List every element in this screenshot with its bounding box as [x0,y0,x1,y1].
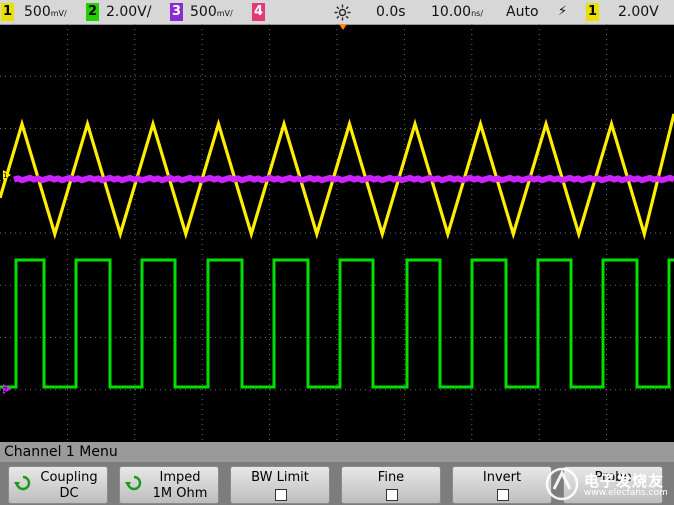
menu-title-bar: Channel 1 Menu [0,442,674,462]
ch4-indicator[interactable]: 4 [252,3,265,21]
entry-knob-icon [14,475,31,491]
trigger-slope-icon: ⚡ [558,4,568,19]
entry-knob-icon [125,475,142,491]
ch3-indicator[interactable]: 3 [170,3,183,21]
ch2-indicator[interactable]: 2 [86,3,99,21]
acquisition-run-icon [334,4,351,21]
ch1-scale: 500mV/ [24,4,67,20]
ch2-scale: 2.00V/ [106,4,152,20]
watermark-logo: 电子发烧友 www.elecfans.com [544,467,670,501]
menu-title: Channel 1 Menu [4,444,118,460]
ch1-triangle-trace [0,113,674,241]
ch1-indicator[interactable]: 1 [1,3,14,21]
time-scale: 10.00ns/ [431,4,484,20]
bw-limit-checkbox[interactable] [275,489,287,501]
status-bar: 1 500mV/ 2 2.00V/ 3 500mV/ 4 0.0s 10.00n… [0,0,674,25]
trigger-source[interactable]: 1 [586,3,599,21]
graticule [0,24,674,442]
invert-softkey[interactable]: Invert [452,466,552,504]
coupling-softkey[interactable]: Coupling DC [8,466,108,504]
trigger-level: 2.00V [618,4,659,20]
ch1-marker-label: 1 [3,172,7,180]
fine-softkey[interactable]: Fine [341,466,441,504]
softkey-bar: Coupling DC Imped 1M Ohm BW Limit Fine I… [0,462,674,505]
trigger-mode: Auto [506,4,539,20]
bw-limit-softkey[interactable]: BW Limit [230,466,330,504]
ch3-scale: 500mV/ [190,4,233,20]
logo-url: www.elecfans.com [584,488,668,498]
ch3-flat-trace [13,174,674,184]
waveform-display[interactable]: 1 2 [0,24,674,442]
time-delay: 0.0s [376,4,406,20]
ch2-marker-label: 2 [3,386,7,394]
impedance-softkey[interactable]: Imped 1M Ohm [119,466,219,504]
trigger-position-marker [339,24,347,30]
elecfans-logo-icon [545,467,579,501]
fine-checkbox[interactable] [386,489,398,501]
invert-checkbox[interactable] [497,489,509,501]
